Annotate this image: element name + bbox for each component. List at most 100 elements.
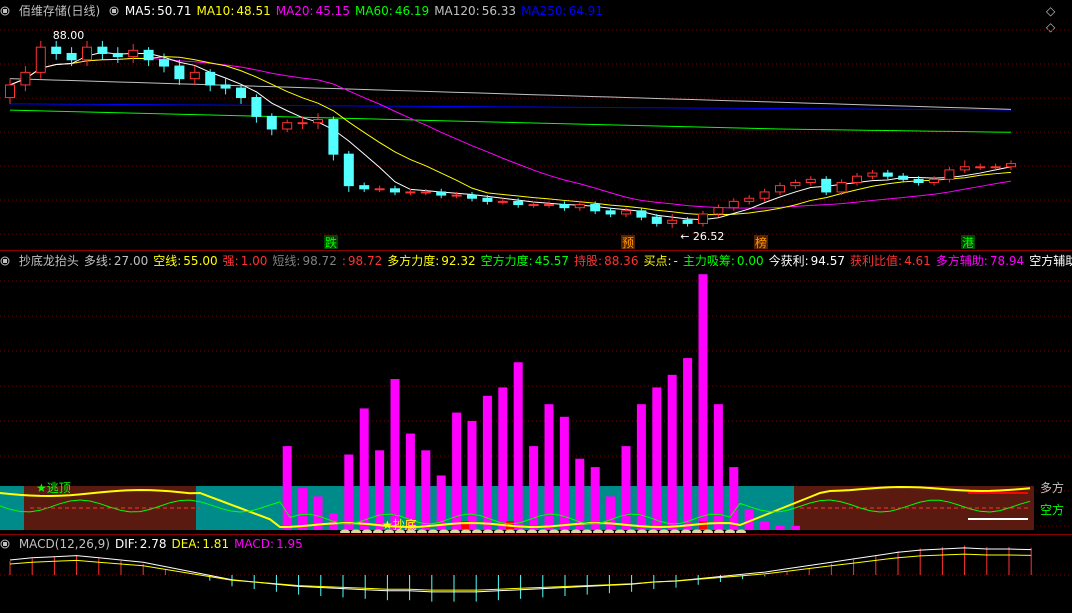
base-dot (527, 529, 537, 533)
base-dot (472, 529, 482, 533)
indicator-bar (621, 446, 631, 530)
candle-down (482, 197, 493, 202)
candle-up (35, 46, 46, 73)
candle-up (959, 166, 970, 171)
candle-up (805, 178, 816, 183)
macd-chart (0, 545, 1072, 602)
base-dot (615, 529, 625, 533)
indicator-bar (467, 420, 477, 530)
ma20-line (9, 57, 1012, 209)
bull-label: 多方 (1040, 480, 1064, 495)
candle-up (374, 188, 385, 191)
candle-down (66, 52, 77, 61)
indicator-bar (482, 395, 492, 530)
candle-down (898, 175, 909, 180)
base-dot (681, 529, 691, 533)
candle-down (359, 185, 370, 190)
base-dot (417, 529, 427, 533)
candle-down (343, 153, 354, 187)
indicator-bar (790, 525, 800, 530)
stock-chart-window: 佰维存储(日线) MA5: 50.71 MA10: 48.51 MA20: 45.15 MA… (0, 0, 1072, 613)
signal-marker-label: 跌 (325, 235, 337, 250)
candle-down (605, 210, 616, 215)
base-dot (725, 529, 735, 533)
base-dot (549, 529, 559, 533)
candle-down (651, 216, 662, 224)
base-dot (351, 529, 361, 533)
candle-up (621, 210, 631, 215)
candle-down (436, 191, 447, 196)
indicator-bar (452, 412, 462, 530)
candle-up (282, 122, 293, 130)
candle-up (744, 197, 755, 202)
candle-down (266, 115, 277, 130)
base-dot (692, 529, 702, 533)
candle-up (975, 166, 986, 169)
base-dot (626, 529, 636, 533)
ma10-line (9, 56, 1012, 216)
candle-up (5, 84, 15, 99)
base-dot (450, 529, 460, 533)
candle-up (836, 182, 847, 193)
candle-up (790, 182, 801, 187)
signal-marker-label: 预 (622, 236, 634, 250)
base-dot (505, 529, 515, 533)
candle-down (112, 52, 123, 58)
escape-top-label: ★逃顶 (36, 481, 71, 495)
candle-down (559, 204, 570, 209)
candle-down (97, 46, 108, 54)
indicator-bar (498, 387, 508, 530)
base-dot (714, 529, 724, 533)
base-dot (483, 529, 493, 533)
candle-up (698, 213, 708, 224)
candle-up (451, 194, 462, 197)
indicator-bar (298, 488, 308, 530)
bottom-signal-label: ★抄底 (382, 517, 417, 532)
candle-up (420, 191, 431, 194)
indicator-chart: ★逃顶 ★抄底 多方空方 (0, 274, 1072, 533)
candle-up (867, 172, 878, 177)
candle-down (467, 194, 477, 199)
bear-label: 空方 (1040, 502, 1064, 517)
signal-marker-label: 港 (962, 236, 974, 250)
low-price-label: ← 26.52 (680, 230, 724, 243)
indicator-bar (421, 450, 431, 530)
indicator-bar (667, 374, 677, 530)
indicator-bar (652, 387, 662, 530)
candle-up (759, 191, 770, 199)
candle-up (667, 219, 678, 224)
candle-down (682, 219, 693, 224)
indicator-bar (359, 408, 369, 530)
candle-down (328, 119, 339, 155)
indicator-bar (636, 404, 646, 530)
candle-down (143, 49, 154, 61)
candle-up (728, 200, 739, 209)
base-dot (736, 529, 746, 533)
candle-up (574, 204, 585, 209)
candle-up (405, 191, 416, 194)
candle-up (189, 71, 200, 80)
candle-down (636, 210, 647, 218)
base-dot (593, 529, 603, 533)
candle-up (929, 178, 939, 183)
indicator-bar (513, 362, 523, 530)
indicator-bar (575, 458, 585, 530)
indicator-bar (729, 467, 739, 530)
candle-up (128, 49, 139, 58)
base-dot (461, 529, 471, 533)
indicator-bar (344, 454, 354, 530)
candle-up (544, 204, 554, 207)
base-dot (428, 529, 438, 533)
base-dot (582, 529, 592, 533)
candle-down (390, 188, 400, 193)
signal-marker-label: 榜 (755, 235, 767, 250)
candle-up (713, 207, 724, 215)
base-dot (571, 529, 581, 533)
base-dot (637, 529, 647, 533)
high-price-label: 88.00 (53, 29, 85, 42)
base-dot (439, 529, 449, 533)
base-dot (670, 529, 680, 533)
candle-down (513, 200, 524, 206)
base-dot (494, 529, 504, 533)
candle-down (882, 172, 893, 177)
